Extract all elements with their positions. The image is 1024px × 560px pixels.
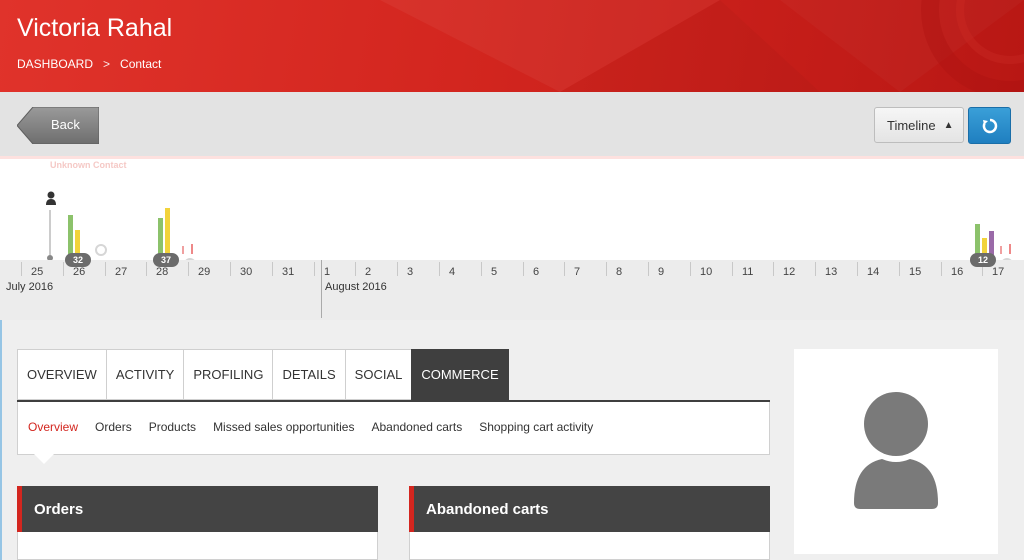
megaphone-icon[interactable] xyxy=(180,242,198,256)
contact-marker[interactable] xyxy=(44,190,58,262)
day-tick xyxy=(564,262,565,276)
day-label: 4 xyxy=(449,266,456,278)
day-tick xyxy=(899,262,900,276)
day-tick xyxy=(690,262,691,276)
day-label: 13 xyxy=(825,266,838,278)
orders-panel-body xyxy=(17,532,378,560)
orders-panel-title: Orders xyxy=(17,486,378,532)
day-label: 7 xyxy=(574,266,581,278)
megaphone-icon[interactable] xyxy=(998,242,1016,256)
abandoned-carts-panel: Abandoned carts xyxy=(409,486,770,560)
subnav-missed-sales[interactable]: Missed sales opportunities xyxy=(213,420,354,434)
day-label: 29 xyxy=(198,266,211,278)
subnav-orders[interactable]: Orders xyxy=(95,420,132,434)
day-tick xyxy=(857,262,858,276)
day-tick xyxy=(439,262,440,276)
day-tick xyxy=(21,262,22,276)
subnav-abandoned-carts[interactable]: Abandoned carts xyxy=(371,420,462,434)
day-label: 10 xyxy=(700,266,713,278)
refresh-icon xyxy=(982,118,997,133)
day-label: 16 xyxy=(951,266,964,278)
count-badge[interactable]: 12 xyxy=(970,253,997,267)
day-tick xyxy=(314,262,315,276)
day-tick xyxy=(105,262,106,276)
day-label: 25 xyxy=(31,266,44,278)
day-label: 27 xyxy=(115,266,128,278)
day-tick xyxy=(146,262,147,276)
page-header: Victoria Rahal DASHBOARD > Contact xyxy=(0,0,1024,92)
day-tick xyxy=(63,262,64,276)
page-title: Victoria Rahal xyxy=(17,14,173,42)
day-label: 5 xyxy=(491,266,498,278)
day-label: 14 xyxy=(867,266,880,278)
tab-activity[interactable]: ACTIVITY xyxy=(105,349,184,400)
day-label: 12 xyxy=(783,266,796,278)
day-label: 1 xyxy=(324,266,331,278)
day-tick xyxy=(523,262,524,276)
tab-profiling[interactable]: PROFILING xyxy=(183,349,273,400)
contact-tabs: OVERVIEW ACTIVITY PROFILING DETAILS SOCI… xyxy=(17,349,509,400)
day-label: 8 xyxy=(616,266,623,278)
tab-overview[interactable]: OVERVIEW xyxy=(17,349,106,400)
timeline-button-label: Timeline xyxy=(887,117,936,133)
day-label: 9 xyxy=(658,266,665,278)
avatar xyxy=(854,392,938,509)
day-label: 2 xyxy=(365,266,372,278)
abandoned-carts-panel-title: Abandoned carts xyxy=(409,486,770,532)
day-tick xyxy=(188,262,189,276)
month-divider xyxy=(321,260,322,318)
subnav-products[interactable]: Products xyxy=(149,420,196,434)
count-badge[interactable]: 37 xyxy=(153,253,180,267)
breadcrumb-contact: Contact xyxy=(120,57,162,71)
day-label: 28 xyxy=(156,266,169,278)
tab-details[interactable]: DETAILS xyxy=(272,349,345,400)
tab-social[interactable]: SOCIAL xyxy=(344,349,412,400)
day-tick xyxy=(732,262,733,276)
breadcrumb: DASHBOARD > Contact xyxy=(17,57,161,71)
day-tick xyxy=(815,262,816,276)
activity-timeline: Unknown Contact xyxy=(0,156,1024,260)
breadcrumb-separator: > xyxy=(103,57,111,71)
day-label: 15 xyxy=(909,266,922,278)
day-label: 26 xyxy=(73,266,86,278)
triangle-up-icon: ▲ xyxy=(943,119,954,131)
subnav-cart-activity[interactable]: Shopping cart activity xyxy=(479,420,593,434)
day-tick xyxy=(481,262,482,276)
day-label: 11 xyxy=(742,266,754,278)
day-label: 6 xyxy=(533,266,540,278)
tab-commerce[interactable]: COMMERCE xyxy=(411,349,509,400)
subnav-overview[interactable]: Overview xyxy=(28,420,78,434)
day-tick xyxy=(397,262,398,276)
subnav-caret xyxy=(34,454,54,464)
toolbar: Back Timeline ▲ xyxy=(0,92,1024,156)
contact-avatar-card xyxy=(794,349,998,554)
orders-panel: Orders xyxy=(17,486,378,560)
day-tick xyxy=(648,262,649,276)
day-tick xyxy=(941,262,942,276)
target-icon[interactable] xyxy=(95,244,107,256)
day-tick xyxy=(230,262,231,276)
day-tick xyxy=(272,262,273,276)
month-label-august: August 2016 xyxy=(325,281,387,293)
count-badge[interactable]: 32 xyxy=(65,253,92,267)
day-tick xyxy=(606,262,607,276)
back-button-label: Back xyxy=(51,117,80,132)
refresh-button[interactable] xyxy=(968,107,1011,144)
back-button[interactable]: Back xyxy=(17,107,99,144)
day-label: 3 xyxy=(407,266,414,278)
month-label-july: July 2016 xyxy=(6,281,54,293)
day-label: 30 xyxy=(240,266,253,278)
day-label: 17 xyxy=(992,266,1005,278)
day-tick xyxy=(355,262,356,276)
day-label: 31 xyxy=(282,266,295,278)
day-tick xyxy=(773,262,774,276)
commerce-subnav: Overview Orders Products Missed sales op… xyxy=(17,402,770,455)
breadcrumb-dashboard[interactable]: DASHBOARD xyxy=(17,57,93,71)
unknown-contact-label: Unknown Contact xyxy=(50,160,127,170)
timeline-toggle-button[interactable]: Timeline ▲ xyxy=(874,107,964,143)
abandoned-carts-panel-body xyxy=(409,532,770,560)
